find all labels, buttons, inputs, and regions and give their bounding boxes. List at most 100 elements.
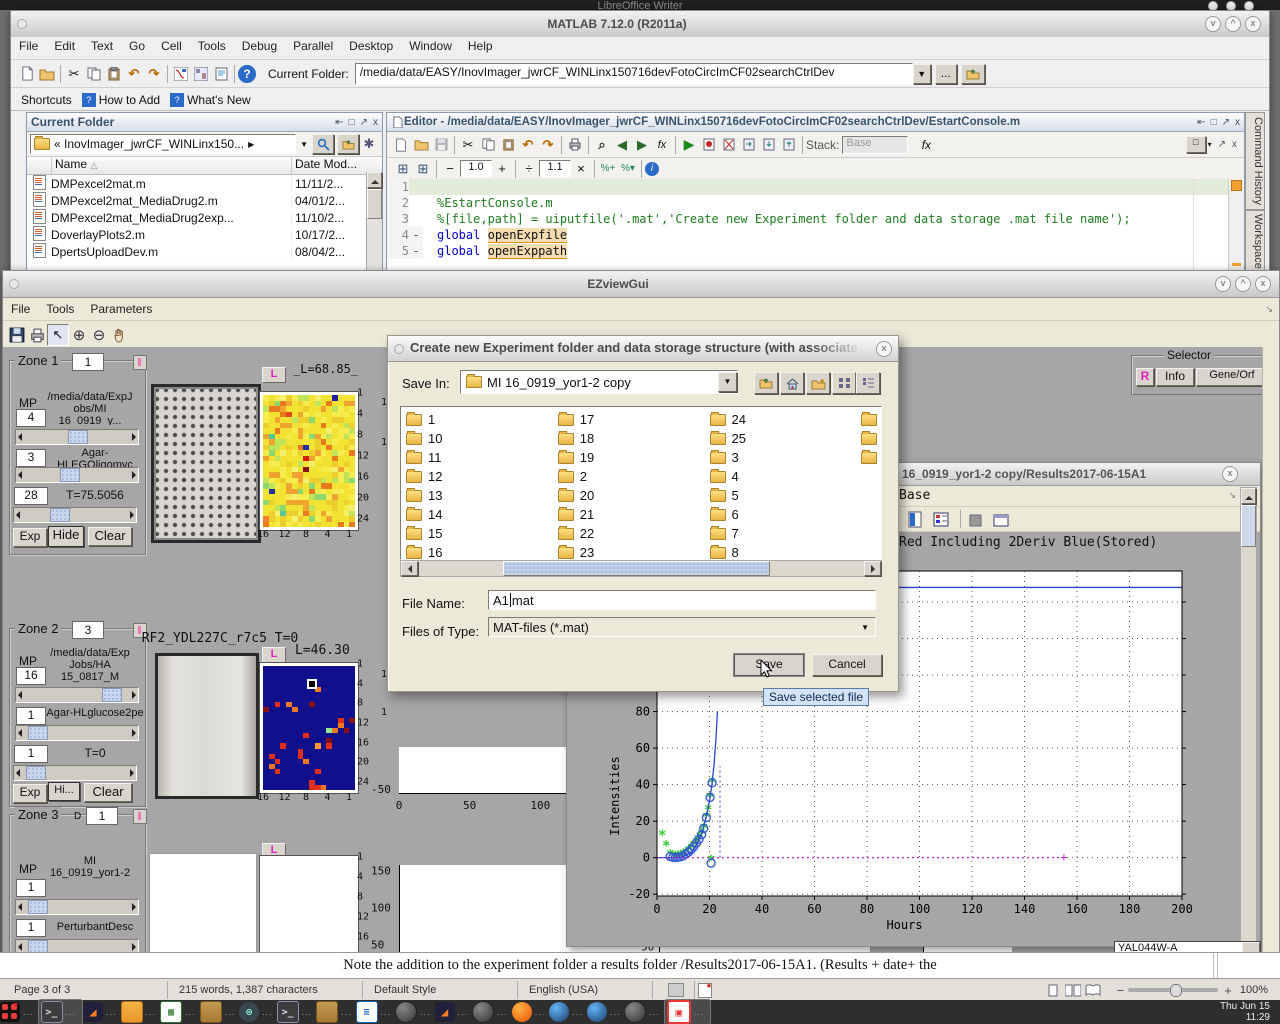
file-row[interactable]: DpertsUploadDev.m08/04/2... xyxy=(27,243,382,260)
zone2-clear-button[interactable]: Clear xyxy=(84,783,132,802)
search-icon[interactable] xyxy=(312,134,334,154)
terminal-2-icon[interactable]: >_... xyxy=(277,1000,317,1024)
folder-item[interactable]: 16 xyxy=(406,543,558,560)
selector-info-button[interactable]: Info xyxy=(1156,368,1194,386)
zoom-slider[interactable] xyxy=(1128,988,1218,992)
multi-page-view-icon[interactable] xyxy=(1063,980,1083,1000)
zoom-slider-handle[interactable] xyxy=(1170,984,1182,997)
legend-icon[interactable] xyxy=(931,509,951,529)
save-icon[interactable] xyxy=(431,135,451,155)
folder-item-partial[interactable] xyxy=(861,410,881,429)
folder-list[interactable]: 1101112131415161718192202122232425345678 xyxy=(400,406,882,560)
current-folder-dropdown[interactable]: ▼ xyxy=(913,64,931,84)
data-cursor-tool-icon[interactable]: ↖ xyxy=(47,324,69,346)
actions-gear-icon[interactable]: ✱ xyxy=(359,135,379,153)
file-table-header[interactable]: Name △ Date Mod... xyxy=(27,157,382,175)
undo-icon[interactable]: ↶ xyxy=(518,135,538,155)
help-icon[interactable]: ? xyxy=(238,65,256,83)
app-launcher-icon[interactable]: ... xyxy=(0,1000,38,1024)
go-forward-icon[interactable]: ▶ xyxy=(632,135,652,155)
horizontal-scrollbar[interactable] xyxy=(400,560,882,577)
multiply-icon[interactable]: × xyxy=(571,159,591,179)
taskbar-menu-dots[interactable]: ... xyxy=(420,1007,431,1017)
zoom-out-icon[interactable]: − xyxy=(1117,983,1125,998)
code-area[interactable]: 12%EstartConsole.m3%[file,path] = uiputf… xyxy=(387,179,1228,272)
min-icon[interactable] xyxy=(1208,1,1218,10)
zone2-exp-button[interactable]: Exp xyxy=(13,784,47,803)
value-field-1[interactable]: 1.0 xyxy=(460,160,492,177)
app-orb-3-icon[interactable]: ... xyxy=(549,1000,587,1024)
zone1-slider-3[interactable] xyxy=(13,507,137,523)
taskbar-menu-dots[interactable]: ... xyxy=(535,1007,546,1017)
window-menu-icon[interactable] xyxy=(17,19,27,29)
folder-item[interactable]: 17 xyxy=(558,410,710,429)
file-name-input[interactable]: A1mat xyxy=(488,590,876,610)
redo-icon[interactable]: ↷ xyxy=(144,64,164,84)
run-icon[interactable]: ▶ xyxy=(679,135,699,155)
maximize-panel-icon[interactable]: □ xyxy=(1211,117,1217,128)
step-icon[interactable] xyxy=(739,135,759,155)
selector-gene-orf-button[interactable]: Gene/Orf xyxy=(1196,368,1268,386)
taskbar-menu-dots[interactable]: ... xyxy=(225,1007,236,1017)
stack-select[interactable]: Base xyxy=(842,136,908,154)
folder-item[interactable]: 18 xyxy=(558,429,710,448)
taskbar-menu-dots[interactable]: ... xyxy=(572,1007,583,1017)
up-one-level-icon[interactable] xyxy=(337,134,359,154)
image-viewer-icon[interactable]: ▣... xyxy=(664,999,712,1024)
print-icon[interactable] xyxy=(565,135,585,155)
comment-percent-icon[interactable]: %+ xyxy=(598,159,618,179)
taskbar-menu-dots[interactable]: ... xyxy=(185,1007,196,1017)
info-icon[interactable]: i xyxy=(645,162,659,176)
zone1-media-field[interactable]: 3 xyxy=(16,449,46,467)
close-icon[interactable]: x xyxy=(1255,276,1271,292)
colormap-icon[interactable] xyxy=(905,509,925,529)
folder-item-partial[interactable] xyxy=(861,429,881,448)
folder-item[interactable]: 4 xyxy=(710,467,862,486)
folder-item[interactable]: 7 xyxy=(710,524,862,543)
selector-r-button[interactable]: R xyxy=(1136,368,1154,386)
menu-edit[interactable]: Edit xyxy=(46,37,83,55)
taskbar-menu-dots[interactable]: ... xyxy=(66,1007,77,1017)
zone3-slider-1[interactable] xyxy=(15,899,139,915)
folder-item[interactable]: 3 xyxy=(710,448,862,467)
folder-item[interactable]: 11 xyxy=(406,448,558,467)
code-line[interactable]: 2%EstartConsole.m xyxy=(387,195,1228,211)
menu-text[interactable]: Text xyxy=(83,37,121,55)
browser-icon[interactable]: ... xyxy=(512,1000,550,1024)
zone2-slider-3[interactable] xyxy=(13,765,137,781)
code-line[interactable]: 3%[file,path] = uiputfile('.mat','Create… xyxy=(387,211,1228,227)
editor-header[interactable]: Editor - /media/data/EASY/InovImager_jwr… xyxy=(387,113,1244,132)
folder-item[interactable]: 13 xyxy=(406,486,558,505)
folder-icon[interactable]: ... xyxy=(200,1000,240,1024)
matlab-2-icon[interactable]: ◢... xyxy=(435,1000,473,1024)
folder-item-partial[interactable] xyxy=(861,448,881,467)
folder-item[interactable]: 8 xyxy=(710,543,862,560)
menu-help[interactable]: Help xyxy=(460,37,501,55)
files-of-type-select[interactable]: MAT-files (*.mat) ▼ xyxy=(488,617,876,637)
zone2-heatmap[interactable] xyxy=(259,662,359,794)
subplot-icon[interactable] xyxy=(991,510,1011,530)
folder-item[interactable]: 6 xyxy=(710,505,862,524)
taskbar-menu-dots[interactable]: ... xyxy=(106,1007,117,1017)
go-back-icon[interactable]: ◀ xyxy=(612,135,632,155)
zone3-mp-field[interactable]: 1 xyxy=(16,879,46,897)
menu-window[interactable]: Window xyxy=(401,37,460,55)
book-view-icon[interactable] xyxy=(1083,980,1103,1000)
folder-item[interactable]: 10 xyxy=(406,429,558,448)
close-panel-icon[interactable]: x xyxy=(1235,117,1240,128)
close-panel-icon[interactable]: x xyxy=(373,117,378,128)
folder-item[interactable]: 20 xyxy=(558,486,710,505)
code-line[interactable]: 1 xyxy=(387,179,1228,195)
paste-icon[interactable] xyxy=(498,135,518,155)
folder-2-icon[interactable]: ... xyxy=(316,1000,356,1024)
zoom-out-icon[interactable]: ⊖ xyxy=(89,325,109,345)
folder-item[interactable]: 19 xyxy=(558,448,710,467)
app-orb-4-icon[interactable]: ... xyxy=(587,1000,625,1024)
undock-icon[interactable]: ↗ xyxy=(1218,139,1226,150)
print-icon[interactable] xyxy=(27,325,47,345)
current-folder-input[interactable]: /media/data/EASY/InovImager_jwrCF_WINLin… xyxy=(355,63,913,85)
background-window-buttons[interactable] xyxy=(1208,1,1254,10)
simulink-icon[interactable] xyxy=(171,64,191,84)
decrease-icon[interactable]: − xyxy=(440,159,460,179)
column-name[interactable]: Name xyxy=(55,157,87,171)
